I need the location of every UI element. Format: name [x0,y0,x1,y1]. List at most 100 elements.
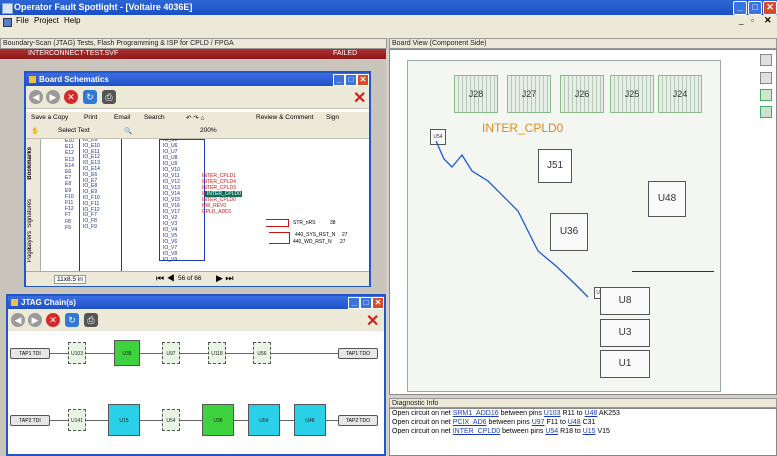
print-button[interactable]: Print [84,114,97,121]
zoom-tool-icon[interactable]: 🔍 [124,127,132,135]
doc-minimize-button[interactable]: _ [739,16,743,25]
minimize-button[interactable]: _ [733,1,747,15]
chain1-device-1[interactable]: U103 [68,342,86,364]
chain1-device-2[interactable]: U38 [114,340,140,366]
hand-tool-icon[interactable]: ✋ [31,127,39,135]
back-icon[interactable]: ◀ [29,90,43,104]
last-page-icon[interactable]: ▶ ⏭ [216,273,234,284]
diag2-pin1-link[interactable]: U97 [532,419,545,426]
jtag-minimize-button[interactable]: _ [348,297,360,309]
schematic-right-pin: IO_V9 [163,257,178,263]
menu-help[interactable]: Help [64,16,80,25]
schematics-view-toolbar: ✋ Select Text 🔍 200% [26,125,369,139]
chain1-tdi[interactable]: TAP1 TDI [10,348,50,359]
page-indicator[interactable]: 56 of 66 [178,275,202,282]
tab-signatures[interactable]: Signatures [27,199,33,228]
diag3-net-link[interactable]: INTER_CPLD0 [453,428,500,435]
chain2-tdi[interactable]: TAP2 TDI [10,415,50,426]
diag3-pin1-num: R18 to [558,428,583,435]
chain2-device-4[interactable]: U38 [202,404,234,436]
zoom-out-icon[interactable] [760,72,772,84]
right-pin-list: IO_U5 IO_U6 IO_U7 IO_U8 IO_U9 IO_V10 IO_V11 IO_… [163,139,180,263]
first-page-icon[interactable]: ⏮ ◀ [156,273,175,284]
chain2-device-5[interactable]: U54 [248,404,280,436]
schematic-canvas[interactable]: E10 E11 E12 E13 E14 E6 E7 E8 E9 F10 F11 F12 F7 F8 F9 I… [41,139,361,271]
zoom-in-icon[interactable] [760,54,772,66]
schematics-minimize-button[interactable]: _ [333,74,345,86]
save-copy-button[interactable]: Save a Copy [31,114,68,121]
jtag-tests-panel-header: Boundary-Scan (JTAG) Tests, Flash Progra… [0,38,387,49]
diag2-net-link[interactable]: PCIX_AD6 [453,419,487,426]
jtag-window-icon [11,299,18,306]
sign-button[interactable]: Sign [326,114,339,121]
tab-bookmarks[interactable]: Bookmarks [27,147,33,180]
pin-arrow-2 [269,232,290,244]
diag3-pin2-num: V15 [595,428,610,435]
chain1-tdo[interactable]: TAP1 TDO [338,348,378,359]
chain2-device-2[interactable]: U15 [108,404,140,436]
menu-project[interactable]: Project [34,16,59,25]
review-comment-button[interactable]: Review & Comment [256,114,313,121]
net-route [435,140,589,298]
diagnostic-body: Open circuit on net SRM1_ADD16 between p… [389,408,777,456]
diag1-mid: between pins [498,410,544,417]
jtag-maximize-button[interactable]: □ [360,297,372,309]
pin-num-27b: 27 [340,239,346,245]
jtag-stop-icon[interactable]: ✕ [46,313,60,327]
diag2-pin1-num: F11 to [544,419,568,426]
schematics-maximize-button[interactable]: □ [345,74,357,86]
bus-line-mid [121,139,122,271]
diagnostic-line-1: Open circuit on net SRM1_ADD16 between p… [392,410,620,417]
layer-icon[interactable] [760,106,772,118]
select-text-button[interactable]: Select Text [58,127,90,134]
refresh-icon[interactable]: ↻ [83,90,97,104]
schematics-title: Board Schematics [39,75,109,84]
search-button[interactable]: Search [144,114,165,121]
chain2-device-6[interactable]: U48 [294,404,326,436]
print-menu-icon[interactable]: ⎙ [102,90,116,104]
board-view[interactable]: J28 J27 J26 J25 J24 U54 INTER_CPLD0 J51 … [389,49,777,395]
jtag-close-x-icon[interactable]: ✕ [366,311,379,331]
pin-arrow-1 [266,219,289,227]
jtag-refresh-icon[interactable]: ↻ [65,313,79,327]
app-menu-icon[interactable] [3,18,12,27]
zoom-level[interactable]: 200% [200,127,217,134]
doc-restore-button[interactable]: ▫ [751,16,754,25]
undo-icon[interactable]: ↶ ↷ ⌂ [186,114,204,122]
email-button[interactable]: Email [114,114,130,121]
menu-file[interactable]: File [16,16,29,25]
test-file-name[interactable]: INTERCONNECT-TEST.SVF [28,49,118,59]
board-view-title: Board View (Component Side) [392,40,487,47]
diag1-pin2-num: AK253 [597,410,620,417]
diagnostic-title: Diagnostic Info [392,400,439,407]
diag3-pin2-link[interactable]: U15 [583,428,596,435]
app-icon [2,3,13,14]
diag1-net-link[interactable]: SRM1_ADD16 [453,410,499,417]
diag3-pin1-link[interactable]: U54 [545,428,558,435]
fit-view-icon[interactable] [760,89,772,101]
diag1-pin2-link[interactable]: U48 [585,410,598,417]
jtag-forward-icon[interactable]: ▶ [28,313,42,327]
diag1-pin1-link[interactable]: U103 [544,410,561,417]
chain2-tdo[interactable]: TAP2 TDO [338,415,378,426]
diag2-pin2-num: C31 [580,419,596,426]
chain1-device-5[interactable]: U56 [253,342,271,364]
jtag-back-icon[interactable]: ◀ [11,313,25,327]
chain2-device-1[interactable]: U141 [68,409,86,431]
doc-close-button[interactable]: ✕ [764,15,772,26]
schematics-close-button[interactable]: ✕ [357,74,369,86]
maximize-button[interactable]: □ [748,1,762,15]
forward-icon[interactable]: ▶ [46,90,60,104]
tab-pages[interactable]: Pages [27,245,33,262]
chain1-device-4[interactable]: U118 [208,342,226,364]
schematics-close-x-icon[interactable]: ✕ [353,88,366,108]
stop-icon[interactable]: ✕ [64,90,78,104]
jtag-print-icon[interactable]: ⎙ [84,313,98,327]
jtag-toolbar: ◀ ▶ ✕ ↻ ⎙ ✕ [8,309,384,332]
jtag-close-button[interactable]: ✕ [372,297,384,309]
chain2-device-3[interactable]: U54 [162,409,180,431]
app-title-bar: Operator Fault Spotlight - [Voltaire 403… [0,0,777,15]
close-button[interactable]: ✕ [763,1,777,15]
diag2-pin2-link[interactable]: U48 [568,419,581,426]
chain1-device-3[interactable]: U97 [162,342,180,364]
